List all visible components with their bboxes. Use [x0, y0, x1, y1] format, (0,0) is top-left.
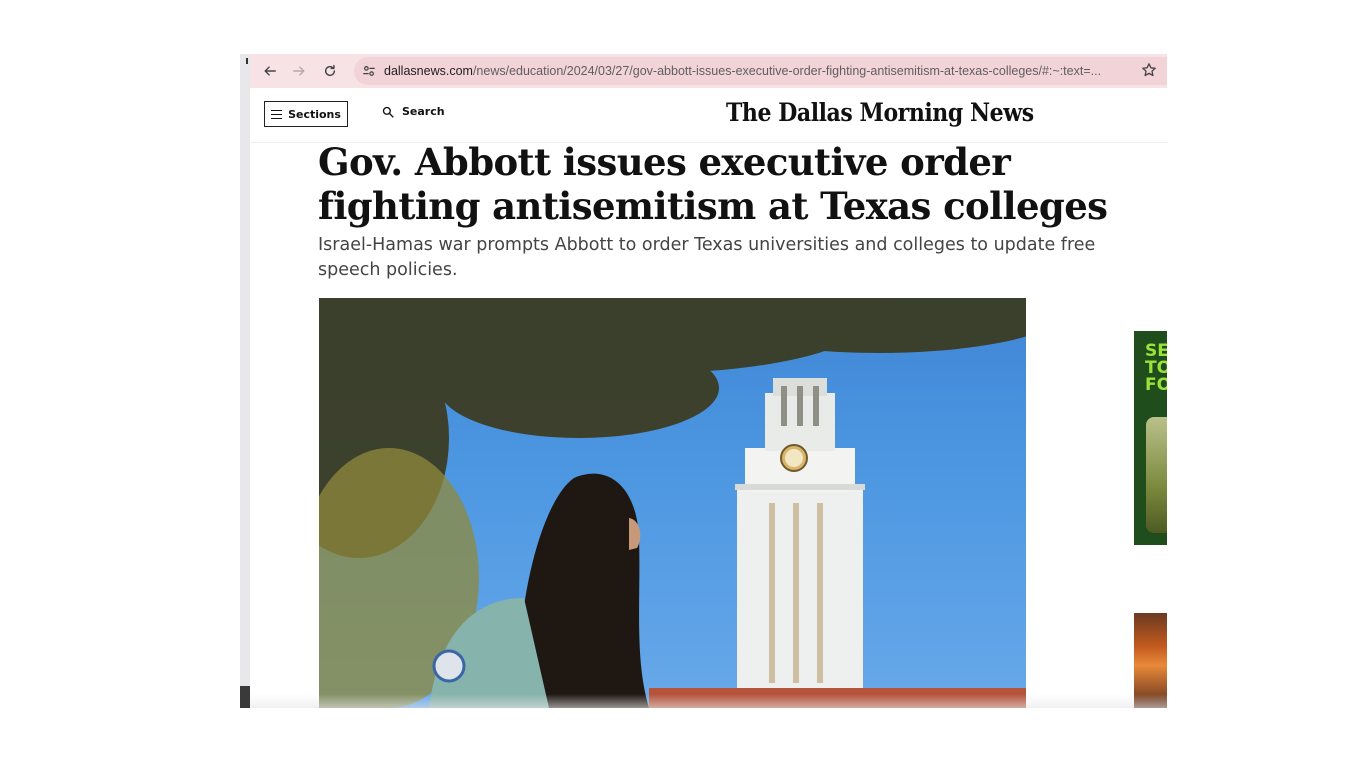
reload-icon [324, 64, 336, 77]
browser-window: dallasnews.com/news/education/2024/03/27… [250, 54, 1167, 708]
sidebar-advertisement[interactable]: SE TO FO [1134, 331, 1167, 545]
sections-label: Sections [288, 107, 341, 121]
url-host: dallasnews.com [384, 64, 473, 78]
arrow-left-icon [264, 66, 276, 76]
site-logo[interactable]: The Dallas Morning News [726, 98, 1034, 127]
hero-image[interactable] [319, 298, 1026, 708]
search-button[interactable]: Search [382, 105, 445, 118]
url-text: dallasnews.com/news/education/2024/03/27… [384, 63, 1101, 79]
star-icon [1142, 63, 1156, 77]
arrow-right-icon [293, 66, 305, 76]
reload-button[interactable] [318, 59, 342, 83]
url-path: /news/education/2024/03/27/gov-abbott-is… [472, 64, 1102, 78]
site-header: Sections Search The Dallas Morning News [250, 88, 1167, 143]
clock-tower [735, 378, 865, 698]
ad-text: SE TO FO [1145, 341, 1167, 395]
tune-icon [363, 66, 375, 76]
article-headline: Gov. Abbott issues executive order fight… [318, 140, 1108, 228]
hero-photo-illustration [319, 298, 1026, 708]
browser-toolbar: dallasnews.com/news/education/2024/03/27… [250, 54, 1167, 89]
ad-image [1146, 417, 1167, 533]
viewport-bottom-shadow [250, 694, 1167, 708]
hamburger-icon [271, 109, 283, 119]
site-info-button[interactable] [360, 62, 378, 80]
forward-button[interactable] [287, 59, 311, 83]
bookmark-button[interactable] [1141, 62, 1159, 80]
back-button[interactable] [258, 59, 282, 83]
address-bar[interactable]: dallasnews.com/news/education/2024/03/27… [354, 57, 1167, 85]
window-edge-notch [240, 686, 250, 708]
search-icon [382, 106, 394, 118]
article-dek: Israel-Hamas war prompts Abbott to order… [318, 235, 1096, 280]
window-edge-mark [246, 58, 248, 64]
screen: dallasnews.com/news/education/2024/03/27… [0, 0, 1366, 768]
sections-button[interactable]: Sections [264, 101, 348, 127]
search-label: Search [402, 105, 445, 118]
